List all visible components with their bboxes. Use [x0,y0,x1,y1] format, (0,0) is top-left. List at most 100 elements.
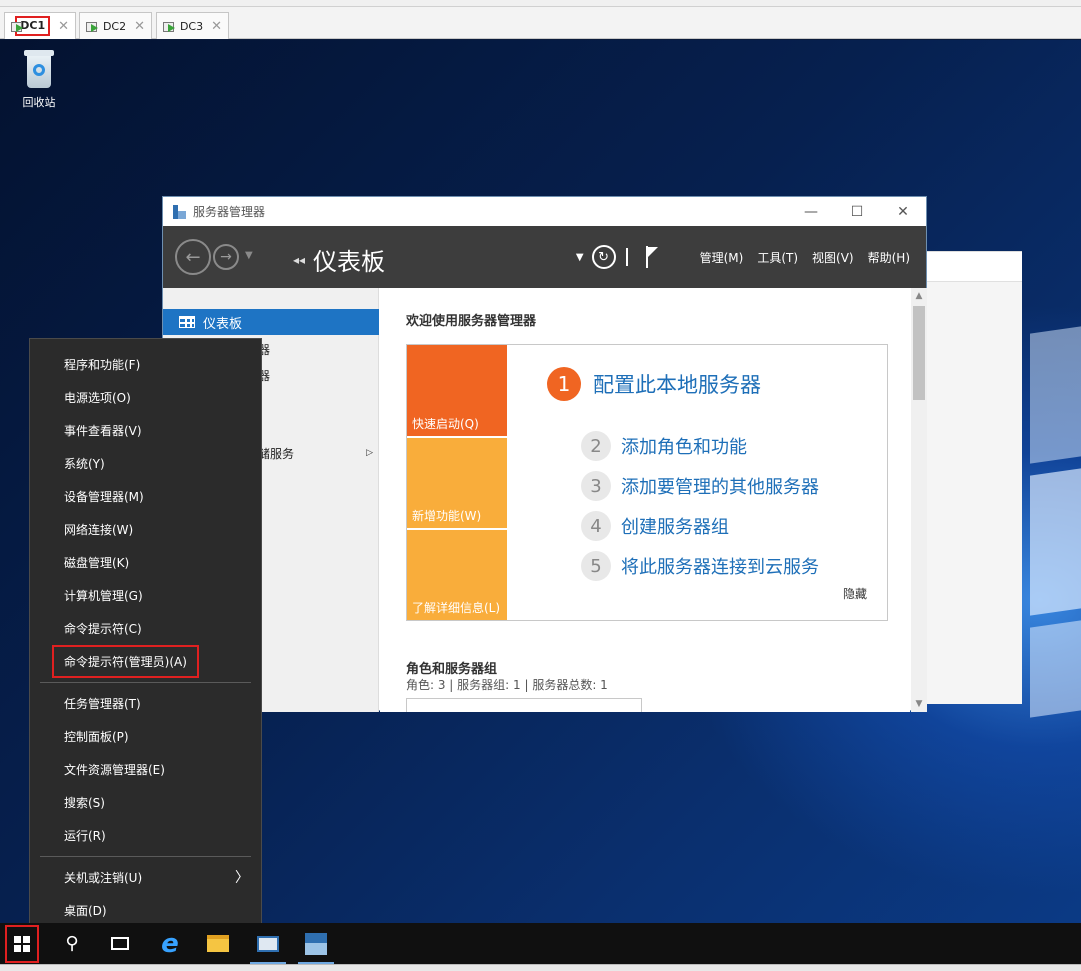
menu-programs-features[interactable]: 程序和功能(F) [30,348,261,380]
menu-separator [40,856,251,857]
sidebar-item-label: 仪表板 [203,316,243,332]
menu-event-viewer[interactable]: 事件查看器(V) [30,414,261,446]
chevron-right-icon: 〉 [235,870,249,886]
close-icon[interactable]: ✕ [134,19,145,34]
sidebar-item-dashboard[interactable]: 仪表板 [163,309,379,335]
close-icon[interactable]: ✕ [58,19,69,34]
start-button[interactable] [5,925,39,963]
window-title: 服务器管理器 [193,205,266,219]
menu-view[interactable]: 视图(V) [812,249,854,266]
sidebar-item-label: 储服务 [258,446,295,461]
step-configure-local-server[interactable]: 1 配置此本地服务器 [547,367,761,401]
host-top-bar [0,0,1081,7]
double-chevron-icon: ◂◂ [293,252,306,267]
hide-link[interactable]: 隐藏 [843,585,867,602]
windows-start-icon [14,936,30,952]
menu-run[interactable]: 运行(R) [30,819,261,851]
step-text: 将此服务器连接到云服务 [621,557,819,578]
window-title-bar[interactable]: 服务器管理器 — ☐ ✕ [163,197,926,226]
server-manager-window: 服务器管理器 — ☐ ✕ ← → ▼ ◂◂ 仪表板 ▼ ↻ 管理(M) 工具(T… [162,196,927,712]
step-text: 添加要管理的其他服务器 [621,477,819,498]
scroll-down-icon[interactable]: ▼ [911,696,927,712]
recycle-bin-label: 回收站 [22,96,56,109]
dashboard-icon [179,316,195,328]
task-view-button[interactable] [96,923,144,964]
role-card[interactable] [406,698,642,712]
close-icon[interactable]: ✕ [211,19,222,34]
menu-command-prompt-admin[interactable]: 命令提示符(管理员)(A) [30,644,261,678]
host-tab-dc1[interactable]: DC1 ✕ [4,12,76,39]
navigation-bar: ← → ▼ ◂◂ 仪表板 ▼ ↻ 管理(M) 工具(T) 视图(V) 帮助(H) [163,226,926,288]
menu-disk-management[interactable]: 磁盘管理(K) [30,546,261,578]
task-view-icon [111,937,129,950]
chevron-right-icon: ▷ [366,448,373,458]
step-number: 4 [581,511,611,541]
menu-search[interactable]: 搜索(S) [30,786,261,818]
back-button[interactable]: ← [175,239,211,275]
tile-learn-more[interactable]: 了解详细信息(L) [407,530,507,620]
step-add-servers[interactable]: 3 添加要管理的其他服务器 [581,471,819,501]
internet-explorer-button[interactable]: e [146,923,194,964]
refresh-icon[interactable]: ↻ [591,245,616,269]
step-connect-cloud[interactable]: 5 将此服务器连接到云服务 [581,551,819,581]
host-tab-dc3[interactable]: DC3 ✕ [156,12,229,39]
menu-network-connections[interactable]: 网络连接(W) [30,513,261,545]
scroll-thumb[interactable] [913,306,925,400]
menu-control-panel[interactable]: 控制面板(P) [30,720,261,752]
forward-button[interactable]: → [213,244,239,270]
taskbar: ⚲ e [0,923,1081,964]
menu-shutdown-signout[interactable]: 关机或注销(U) 〉 [30,861,261,893]
menu-tools[interactable]: 工具(T) [757,249,798,266]
step-create-group[interactable]: 4 创建服务器组 [581,511,729,541]
minimize-button[interactable]: — [788,204,834,220]
tile-quick-start[interactable]: 快速启动(Q) [407,345,507,436]
file-explorer-button[interactable] [194,923,242,964]
host-tab-label: DC2 [102,19,127,33]
menu-task-manager[interactable]: 任务管理器(T) [30,687,261,719]
recycle-bin-icon [23,50,55,90]
vm-icon [163,20,176,32]
menu-help[interactable]: 帮助(H) [868,249,910,266]
start-context-menu: 程序和功能(F) 电源选项(O) 事件查看器(V) 系统(Y) 设备管理器(M)… [29,338,262,934]
close-button[interactable]: ✕ [880,204,926,220]
scroll-up-icon[interactable]: ▲ [911,288,927,304]
server-manager-taskbar-button[interactable] [244,923,292,964]
breadcrumb: ◂◂ 仪表板 [293,242,385,277]
search-button[interactable]: ⚲ [48,923,96,964]
menu-command-prompt[interactable]: 命令提示符(C) [30,612,261,644]
step-text: 创建服务器组 [621,517,729,538]
welcome-title: 欢迎使用服务器管理器 [406,314,537,329]
windows-logo-art [1030,326,1081,464]
windows-logo-art [1030,620,1081,718]
caret-down-icon[interactable]: ▼ [576,252,584,263]
menu-computer-management[interactable]: 计算机管理(G) [30,579,261,611]
vertical-scrollbar[interactable]: ▲ ▼ [911,288,927,712]
host-tab-strip: DC1 ✕ DC2 ✕ DC3 ✕ [0,7,1081,39]
menu-separator [40,682,251,683]
notification-flag-icon[interactable] [645,246,660,268]
recycle-bin[interactable]: 回收站 [14,50,64,110]
history-dropdown-icon[interactable]: ▼ [245,250,253,261]
server-console-taskbar-button[interactable] [292,923,340,964]
host-tab-dc2[interactable]: DC2 ✕ [79,12,152,39]
menu-desktop[interactable]: 桌面(D) [30,894,261,926]
separator [625,248,628,266]
arrow-right-icon: → [220,249,232,265]
step-text: 添加角色和功能 [621,437,747,458]
menu-file-explorer[interactable]: 文件资源管理器(E) [30,753,261,785]
host-bottom-bar [0,964,1081,971]
search-icon: ⚲ [65,933,79,954]
menu-power-options[interactable]: 电源选项(O) [30,381,261,413]
roles-summary: 角色: 3 | 服务器组: 1 | 服务器总数: 1 [406,678,608,692]
menu-manage[interactable]: 管理(M) [700,249,744,266]
menu-device-manager[interactable]: 设备管理器(M) [30,480,261,512]
maximize-button[interactable]: ☐ [834,204,880,220]
server-console-icon [305,932,327,955]
tile-whats-new[interactable]: 新增功能(W) [407,438,507,528]
host-tab-label: DC3 [179,19,204,33]
background-window [925,251,1022,704]
step-add-roles[interactable]: 2 添加角色和功能 [581,431,747,461]
menu-system[interactable]: 系统(Y) [30,447,261,479]
windows-logo-art [1030,468,1081,616]
folder-icon [207,935,229,952]
